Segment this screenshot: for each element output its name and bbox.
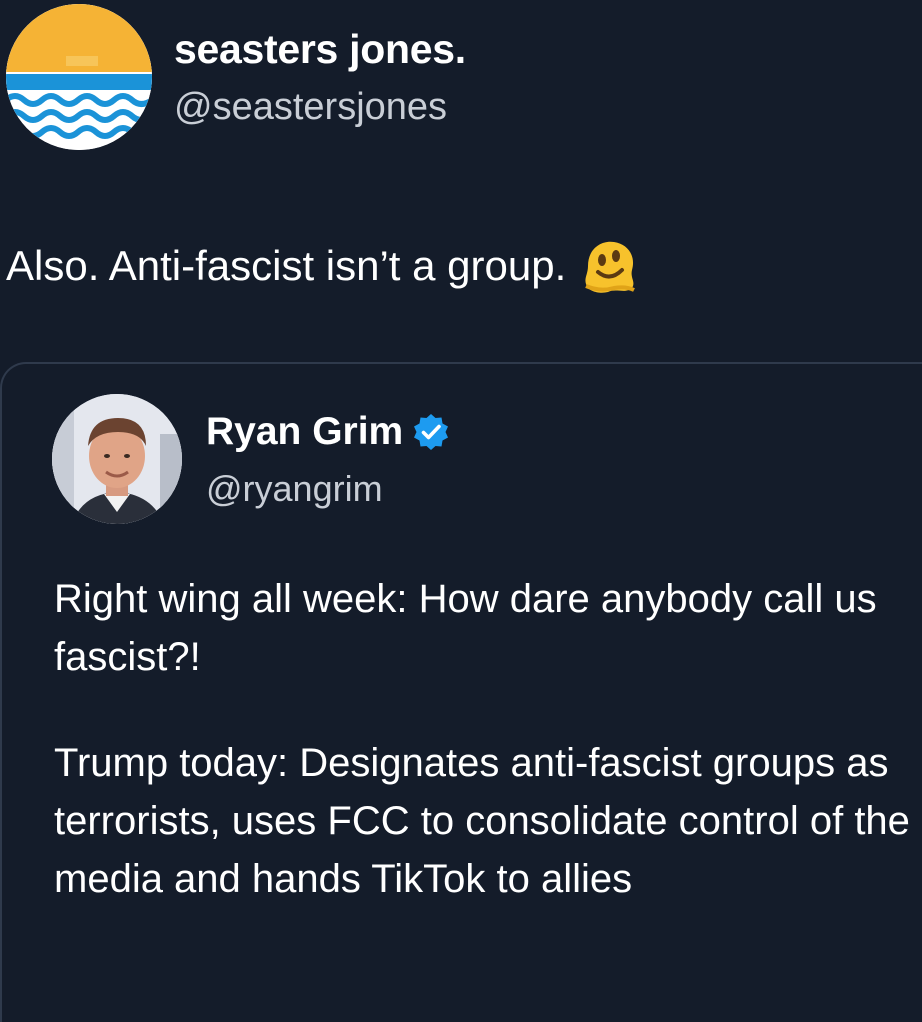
quoted-author-name[interactable]: Ryan Grim	[206, 410, 451, 454]
author-name[interactable]: seasters jones.	[174, 26, 466, 73]
quoted-author-avatar[interactable]	[52, 394, 182, 524]
tweet-text-content: Also. Anti-fascist isn’t a group.	[6, 242, 567, 289]
verified-badge-icon	[411, 412, 451, 452]
tweet-author: seasters jones. @seastersjones	[6, 4, 906, 154]
melting-face-emoji	[580, 236, 640, 296]
tweet-text: Also. Anti-fascist isn’t a group.	[6, 236, 640, 296]
quoted-author-name-text[interactable]: Ryan Grim	[206, 410, 403, 454]
sunset-waves-avatar[interactable]	[6, 4, 152, 150]
quoted-tweet-paragraph-1: Right wing all week: How dare anybody ca…	[54, 577, 877, 679]
tweet: seasters jones. @seastersjones Also. Ant…	[0, 0, 922, 1022]
quoted-author-handle[interactable]: @ryangrim	[206, 468, 383, 510]
quoted-tweet[interactable]: Ryan Grim @ryangrim Right wing all week:…	[0, 362, 922, 1022]
author-handle[interactable]: @seastersjones	[174, 86, 447, 129]
quoted-tweet-paragraph-2: Trump today: Designates anti-fascist gro…	[54, 741, 910, 901]
